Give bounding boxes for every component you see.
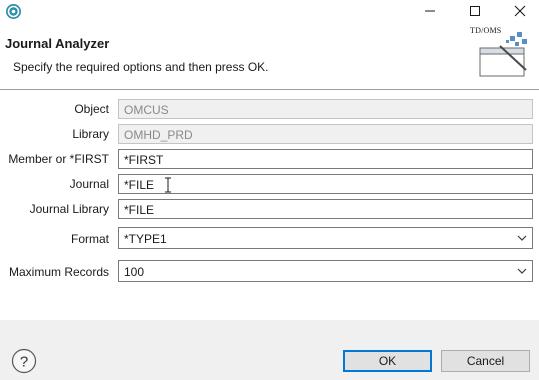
- chevron-down-icon: [517, 235, 527, 241]
- journal-library-label: Journal Library: [29, 202, 109, 216]
- max-records-selected: 100: [124, 265, 145, 279]
- member-field[interactable]: *FIRST: [118, 149, 533, 169]
- journal-library-field[interactable]: *FILE: [118, 199, 533, 219]
- format-select[interactable]: *TYPE1: [118, 227, 533, 249]
- minimize-button[interactable]: [410, 0, 450, 22]
- dialog-header: Journal Analyzer Specify the required op…: [0, 24, 539, 90]
- journal-label: Journal: [69, 177, 109, 191]
- wizard-banner: TD/OMS: [470, 26, 532, 80]
- format-selected: *TYPE1: [124, 232, 167, 246]
- button-bar: ? OK Cancel: [0, 320, 539, 380]
- max-records-select[interactable]: 100: [118, 260, 533, 282]
- dialog-title: Journal Analyzer: [5, 36, 110, 51]
- minimize-icon: [425, 10, 435, 12]
- badge-text: TD/OMS: [470, 26, 502, 35]
- member-label: Member or *FIRST: [8, 152, 109, 166]
- text-cursor-icon: [165, 177, 171, 193]
- options-form: Object OMCUS Library OMHD_PRD Member or …: [0, 90, 539, 320]
- app-icon: [6, 4, 21, 19]
- object-label: Object: [74, 102, 109, 116]
- dialog-description: Specify the required options and then pr…: [13, 60, 269, 74]
- help-icon[interactable]: ?: [11, 348, 37, 374]
- chevron-down-icon: [517, 268, 527, 274]
- title-bar: [0, 0, 539, 24]
- library-field: OMHD_PRD: [118, 124, 533, 144]
- maximize-icon: [470, 6, 480, 16]
- cancel-button[interactable]: Cancel: [441, 350, 530, 372]
- max-records-label: Maximum Records: [9, 265, 110, 279]
- svg-text:?: ?: [20, 354, 28, 371]
- close-icon: [514, 5, 526, 17]
- journal-field[interactable]: *FILE: [118, 174, 533, 194]
- ok-button[interactable]: OK: [343, 350, 432, 372]
- object-field: OMCUS: [118, 99, 533, 119]
- format-label: Format: [70, 232, 109, 246]
- close-button[interactable]: [500, 0, 539, 22]
- library-label: Library: [72, 127, 109, 141]
- maximize-button[interactable]: [455, 0, 495, 22]
